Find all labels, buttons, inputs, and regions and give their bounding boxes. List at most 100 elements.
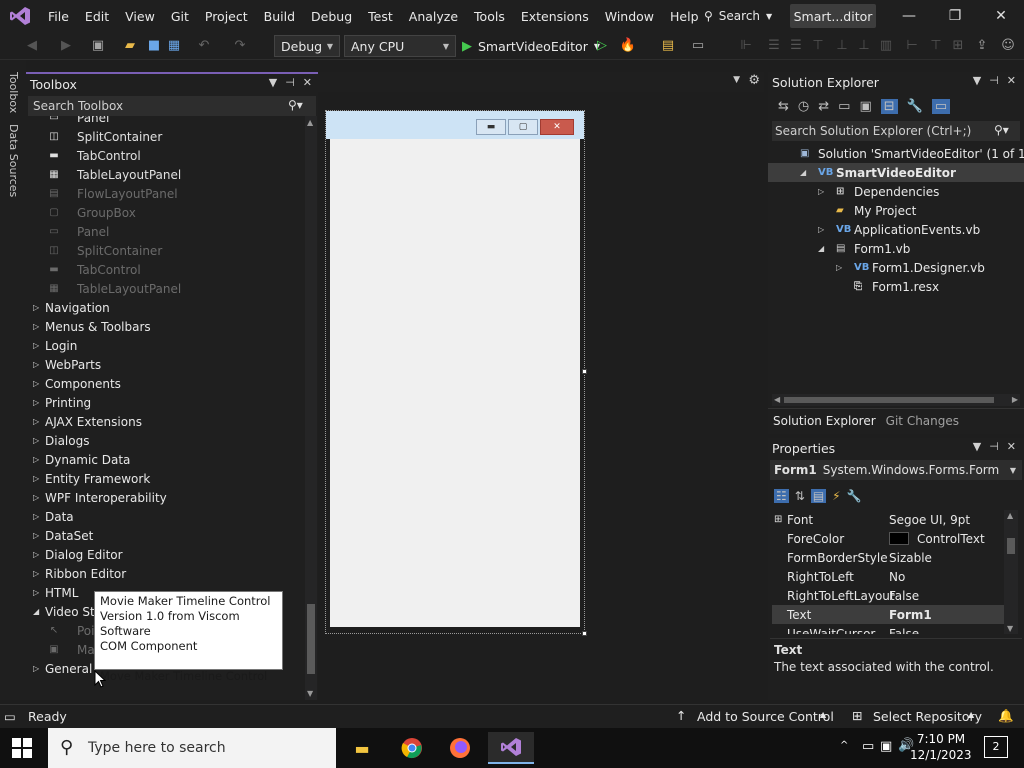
- notifications-bell-icon[interactable]: 🔔: [998, 708, 1014, 724]
- scroll-right-icon[interactable]: ▶: [1012, 395, 1018, 404]
- dropdown-icon[interactable]: ▼: [973, 74, 981, 87]
- align-middle-icon[interactable]: ⊥: [834, 37, 850, 53]
- menu-item-extensions[interactable]: Extensions: [513, 9, 597, 24]
- toolbox-item[interactable]: ▬ TabControl: [26, 146, 304, 165]
- properties-icon[interactable]: ▤: [810, 489, 827, 503]
- toolbox-category[interactable]: ▷ Printing: [26, 393, 304, 412]
- align-right-icon[interactable]: ☰: [788, 37, 804, 53]
- property-row[interactable]: RightToLeft No: [772, 567, 1004, 586]
- property-row[interactable]: RightToLeftLayout False: [772, 586, 1004, 605]
- collapsed-arrow-icon[interactable]: ▷: [818, 225, 824, 234]
- menu-item-build[interactable]: Build: [256, 9, 303, 24]
- tab-solution-explorer[interactable]: Solution Explorer: [768, 414, 881, 428]
- clock-date[interactable]: 12/1/2023: [910, 748, 972, 762]
- property-scrollbar[interactable]: ▲ ▼: [1004, 510, 1018, 634]
- scroll-thumb[interactable]: [784, 397, 994, 403]
- toolbox-item[interactable]: ▤ FlowLayoutPanel: [26, 184, 304, 203]
- visual-studio-taskbar-icon[interactable]: [488, 732, 534, 764]
- align-center-icon[interactable]: ☰: [766, 37, 782, 53]
- property-row[interactable]: ⊞ Font Segoe UI, 9pt: [772, 510, 1004, 529]
- toolbox-category[interactable]: ▷ Data: [26, 507, 304, 526]
- center-icon[interactable]: ⊞: [950, 37, 966, 53]
- property-value[interactable]: ControlText: [917, 532, 985, 546]
- save-icon[interactable]: ■: [146, 37, 162, 53]
- solution-tree-item[interactable]: ▷ VB Form1.Designer.vb: [768, 258, 1024, 277]
- file-explorer-icon[interactable]: ▬: [342, 732, 382, 764]
- menu-item-view[interactable]: View: [117, 9, 163, 24]
- forward-icon[interactable]: ▶: [58, 37, 74, 53]
- collapsed-arrow-icon[interactable]: ▷: [33, 360, 39, 369]
- save-all-icon[interactable]: ▦: [166, 37, 182, 53]
- toolbox-category[interactable]: ▷ Menus & Toolbars: [26, 317, 304, 336]
- collapsed-arrow-icon[interactable]: ▷: [33, 379, 39, 388]
- tab-git-changes[interactable]: Git Changes: [881, 414, 964, 428]
- toolbox-vtab[interactable]: Toolbox: [7, 72, 20, 113]
- pin-icon[interactable]: ⊣: [989, 440, 999, 453]
- solution-explorer-icon[interactable]: ▤: [660, 37, 676, 53]
- collapsed-arrow-icon[interactable]: ▷: [33, 512, 39, 521]
- collapsed-arrow-icon[interactable]: ▷: [33, 398, 39, 407]
- undo-icon[interactable]: ↶: [196, 37, 212, 53]
- toolbox-item[interactable]: ◫ SplitContainer: [26, 241, 304, 260]
- menu-item-analyze[interactable]: Analyze: [401, 9, 466, 24]
- scroll-down-icon[interactable]: ▼: [307, 689, 313, 698]
- resize-handle-right[interactable]: [582, 369, 587, 374]
- toolbox-item[interactable]: ▭ Panel: [26, 222, 304, 241]
- solution-tree-item[interactable]: ▷ ⊞ Dependencies: [768, 182, 1024, 201]
- dropdown-icon[interactable]: ▼: [973, 440, 981, 453]
- alphabetical-icon[interactable]: ⇅: [795, 489, 805, 503]
- collapsed-arrow-icon[interactable]: ▷: [33, 569, 39, 578]
- resize-handle-corner[interactable]: [582, 631, 587, 636]
- filter-icon[interactable]: ⊟: [880, 98, 898, 114]
- search-icon[interactable]: ⚲▾: [994, 123, 1009, 137]
- toolbox-item[interactable]: ◫ SplitContainer: [26, 127, 304, 146]
- toolbox-search-input[interactable]: Search Toolbox: [28, 96, 316, 116]
- vertical-spacing-icon[interactable]: ⊤: [928, 37, 944, 53]
- scroll-thumb[interactable]: [307, 604, 315, 674]
- property-value[interactable]: False: [889, 589, 919, 603]
- collapsed-arrow-icon[interactable]: ▷: [33, 550, 39, 559]
- toolbox-category[interactable]: ▷ DataSet: [26, 526, 304, 545]
- property-value[interactable]: No: [889, 570, 905, 584]
- property-value[interactable]: Segoe UI, 9pt: [889, 513, 970, 527]
- collapsed-arrow-icon[interactable]: ▷: [33, 436, 39, 445]
- collapsed-arrow-icon[interactable]: ▷: [818, 187, 824, 196]
- toolbox-category[interactable]: ▷ Components: [26, 374, 304, 393]
- data-sources-vtab[interactable]: Data Sources: [7, 124, 20, 197]
- toolbox-category[interactable]: ▷ WPF Interoperability: [26, 488, 304, 507]
- hot-reload-icon[interactable]: 🔥: [620, 37, 636, 53]
- toolbox-category[interactable]: ▷ Ribbon Editor: [26, 564, 304, 583]
- layout-icon[interactable]: ▭: [690, 37, 706, 53]
- network-icon[interactable]: ▣: [880, 739, 892, 754]
- categorized-icon[interactable]: ☷: [774, 489, 789, 503]
- expanded-arrow-icon[interactable]: ◢: [818, 244, 824, 253]
- collapsed-arrow-icon[interactable]: ▷: [33, 474, 39, 483]
- collapsed-arrow-icon[interactable]: ▷: [33, 588, 39, 597]
- property-row[interactable]: ForeColor ControlText: [772, 529, 1004, 548]
- minimize-button[interactable]: —: [886, 0, 932, 32]
- toolbox-category[interactable]: ▷ Dialogs: [26, 431, 304, 450]
- show-all-files-icon[interactable]: ▣: [859, 99, 871, 114]
- toolbox-category[interactable]: ▷ Navigation: [26, 298, 304, 317]
- restore-button[interactable]: ❐: [932, 0, 978, 32]
- collapse-all-icon[interactable]: ▭: [838, 99, 850, 114]
- start-button[interactable]: ▶ SmartVideoEditor ▼: [462, 36, 600, 56]
- form1-design-surface[interactable]: ▬ ▢ ✕: [325, 110, 587, 636]
- preview-icon[interactable]: ▭: [931, 98, 951, 114]
- solution-tree-item[interactable]: ◢ ▤ Form1.vb: [768, 239, 1024, 258]
- events-icon[interactable]: ⚡: [832, 489, 840, 503]
- feedback-icon[interactable]: ☺: [1000, 37, 1016, 53]
- scroll-down-icon[interactable]: ▼: [1007, 624, 1013, 633]
- collapsed-arrow-icon[interactable]: ▷: [33, 493, 39, 502]
- scroll-up-icon[interactable]: ▲: [307, 118, 313, 127]
- dropdown-icon[interactable]: ▼: [269, 76, 277, 89]
- property-row[interactable]: Text Form1: [772, 605, 1004, 624]
- toolbox-category[interactable]: ▷ Dynamic Data: [26, 450, 304, 469]
- chevron-down-icon[interactable]: ▼: [733, 75, 740, 85]
- close-window-button[interactable]: ✕: [978, 0, 1024, 32]
- scroll-left-icon[interactable]: ◀: [774, 395, 780, 404]
- sync-icon[interactable]: ⇄: [818, 99, 829, 114]
- close-icon[interactable]: ✕: [1007, 74, 1016, 87]
- menu-item-edit[interactable]: Edit: [77, 9, 117, 24]
- expanded-arrow-icon[interactable]: ◢: [33, 607, 39, 616]
